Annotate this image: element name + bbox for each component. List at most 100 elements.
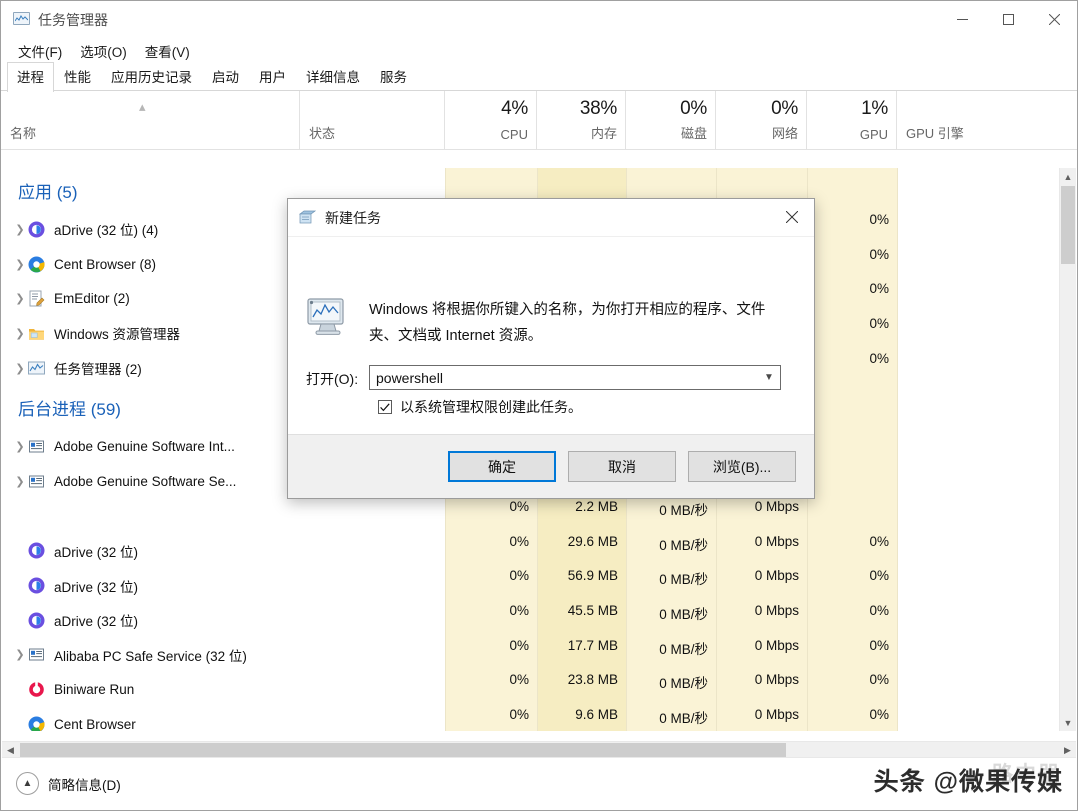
tab-users[interactable]: 用户 [249, 62, 296, 91]
table-row[interactable]: ❯ aDrive (32 位) 0% 56.9 MB 0 MB/秒 0 Mbps… [2, 568, 1076, 603]
run-dialog-illustration-icon [304, 296, 352, 340]
dialog-body: Windows 将根据你所键入的名称，为你打开相应的程序、文件夹、文档或 Int… [288, 237, 814, 436]
cell-gpu: 0% [869, 212, 889, 227]
adrive-icon [28, 542, 45, 559]
chevron-up-icon: ▲ [16, 772, 39, 795]
cell-network: 0 Mbps [754, 637, 799, 653]
close-button[interactable] [1031, 1, 1077, 38]
group-title-background: 后台进程 (59) [18, 399, 121, 419]
expand-chevron-icon[interactable]: ❯ [12, 292, 28, 305]
menu-file[interactable]: 文件(F) [9, 39, 71, 63]
task-manager-window: 任务管理器 文件(F) 选项(O) 查看(V) 进程 性能 应用历史记录 启动 … [0, 0, 1078, 811]
cell-cpu: 0% [509, 533, 529, 549]
horizontal-scrollbar-thumb[interactable] [20, 743, 786, 757]
vertical-scrollbar-thumb[interactable] [1061, 186, 1075, 264]
cell-network: 0 Mbps [754, 602, 799, 618]
scroll-down-icon[interactable]: ▼ [1060, 714, 1076, 731]
cell-memory: 9.6 MB [575, 706, 618, 722]
table-row[interactable]: ❯ Alibaba PC Safe Service (32 位) 0% 17.7… [2, 638, 1076, 673]
tab-bar: 进程 性能 应用历史记录 启动 用户 详细信息 服务 [1, 62, 1077, 92]
tab-services[interactable]: 服务 [370, 62, 417, 91]
cell-memory: 17.7 MB [567, 637, 618, 653]
browse-button[interactable]: 浏览(B)... [688, 451, 796, 482]
horizontal-scrollbar[interactable]: ◀ ▶ [2, 741, 1076, 758]
new-task-icon [298, 210, 317, 225]
maximize-button[interactable] [985, 1, 1031, 38]
tab-processes[interactable]: 进程 [7, 62, 54, 92]
tab-startup[interactable]: 启动 [202, 62, 249, 91]
menu-bar: 文件(F) 选项(O) 查看(V) [1, 38, 1077, 64]
column-label-name: 名称 [10, 126, 37, 141]
expand-chevron-icon[interactable]: ❯ [12, 440, 28, 453]
column-header-gpu-engine[interactable]: GPU 引擎 [896, 91, 1061, 149]
admin-checkbox[interactable] [378, 400, 392, 414]
expand-chevron-icon: ❯ [12, 579, 28, 592]
adrive-icon [28, 612, 45, 629]
tab-app-history[interactable]: 应用历史记录 [101, 62, 202, 91]
column-header-network[interactable]: 0% 网络 [715, 91, 806, 149]
open-combobox[interactable]: ▼ [369, 365, 781, 390]
tab-performance[interactable]: 性能 [54, 62, 101, 91]
process-name: Adobe Genuine Software Se... [54, 473, 237, 489]
gpu-total-percent: 1% [861, 98, 888, 119]
expand-chevron-icon[interactable]: ❯ [12, 475, 28, 488]
column-header-row: 名称 ▴ 状态 4% CPU 38% 内存 0% 磁盘 0% 网络 1% GPU… [1, 91, 1077, 150]
expand-chevron-icon[interactable]: ❯ [12, 648, 28, 661]
row-cells: 0% 45.5 MB 0 MB/秒 0 Mbps 0% [2, 603, 1076, 638]
tab-details[interactable]: 详细信息 [296, 62, 370, 91]
cell-cpu: 0% [509, 498, 529, 514]
expand-chevron-icon[interactable]: ❯ [12, 258, 28, 271]
cell-cpu: 0% [509, 706, 529, 722]
expand-chevron-icon: ❯ [12, 510, 28, 523]
process-name: Windows 资源管理器 [54, 327, 181, 343]
column-header-memory[interactable]: 38% 内存 [536, 91, 625, 149]
column-label-status: 状态 [309, 126, 336, 141]
column-header-status[interactable]: 状态 [299, 91, 444, 149]
expand-chevron-icon[interactable]: ❯ [12, 327, 28, 340]
table-row[interactable]: ❯ Biniware Run 0% 23.8 MB 0 MB/秒 0 Mbps … [2, 672, 1076, 707]
expand-chevron-icon: ❯ [12, 718, 28, 731]
column-header-name[interactable]: 名称 [1, 91, 299, 149]
fewer-details-button[interactable]: ▲ 简略信息(D) [16, 772, 121, 795]
cell-gpu: 0% [869, 602, 889, 618]
cent-icon [28, 256, 45, 273]
cell-disk: 0 MB/秒 [659, 537, 708, 553]
generic-app-icon [28, 473, 45, 490]
ok-button[interactable]: 确定 [448, 451, 556, 482]
column-header-gpu[interactable]: 1% GPU [806, 91, 896, 149]
expand-chevron-icon[interactable]: ❯ [12, 362, 28, 375]
cell-gpu: 0% [869, 672, 889, 688]
admin-checkbox-row[interactable]: 以系统管理权限创建此任务。 [378, 397, 582, 417]
disk-total-percent: 0% [680, 98, 707, 119]
cell-gpu: 0% [869, 706, 889, 722]
cell-gpu: 0% [869, 568, 889, 584]
cell-disk: 0 MB/秒 [659, 676, 708, 692]
menu-view[interactable]: 查看(V) [136, 39, 199, 63]
generic-app-icon [28, 646, 45, 663]
network-total-percent: 0% [771, 98, 798, 119]
admin-checkbox-label: 以系统管理权限创建此任务。 [400, 399, 582, 415]
table-row[interactable]: ❯ 0% 2.2 MB 0 MB/秒 0 Mbps [2, 499, 1076, 534]
chevron-down-icon[interactable]: ▼ [758, 372, 780, 383]
vertical-scrollbar[interactable]: ▲ ▼ [1059, 168, 1076, 731]
column-header-disk[interactable]: 0% 磁盘 [625, 91, 715, 149]
table-row[interactable]: ❯ aDrive (32 位) 0% 29.6 MB 0 MB/秒 0 Mbps… [2, 534, 1076, 569]
table-row[interactable]: ❯ aDrive (32 位) 0% 45.5 MB 0 MB/秒 0 Mbps… [2, 603, 1076, 638]
cell-gpu: 0% [869, 637, 889, 653]
taskmanager-icon [28, 360, 45, 377]
scroll-up-icon[interactable]: ▲ [1060, 168, 1076, 185]
dialog-close-button[interactable] [769, 199, 814, 235]
expand-chevron-icon: ❯ [12, 614, 28, 627]
title-bar: 任务管理器 [1, 1, 1077, 38]
table-row[interactable]: ❯ Cent Browser 0% 9.6 MB 0 MB/秒 0 Mbps 0… [2, 707, 1076, 731]
cell-network: 0 Mbps [754, 498, 799, 514]
process-name: aDrive (32 位) [54, 614, 139, 630]
menu-options[interactable]: 选项(O) [71, 39, 136, 63]
expand-chevron-icon[interactable]: ❯ [12, 223, 28, 236]
cell-network: 0 Mbps [754, 533, 799, 549]
column-header-cpu[interactable]: 4% CPU [444, 91, 536, 149]
cell-memory: 56.9 MB [567, 568, 618, 584]
cancel-button[interactable]: 取消 [568, 451, 676, 482]
open-input[interactable] [370, 369, 758, 386]
minimize-button[interactable] [939, 1, 985, 38]
